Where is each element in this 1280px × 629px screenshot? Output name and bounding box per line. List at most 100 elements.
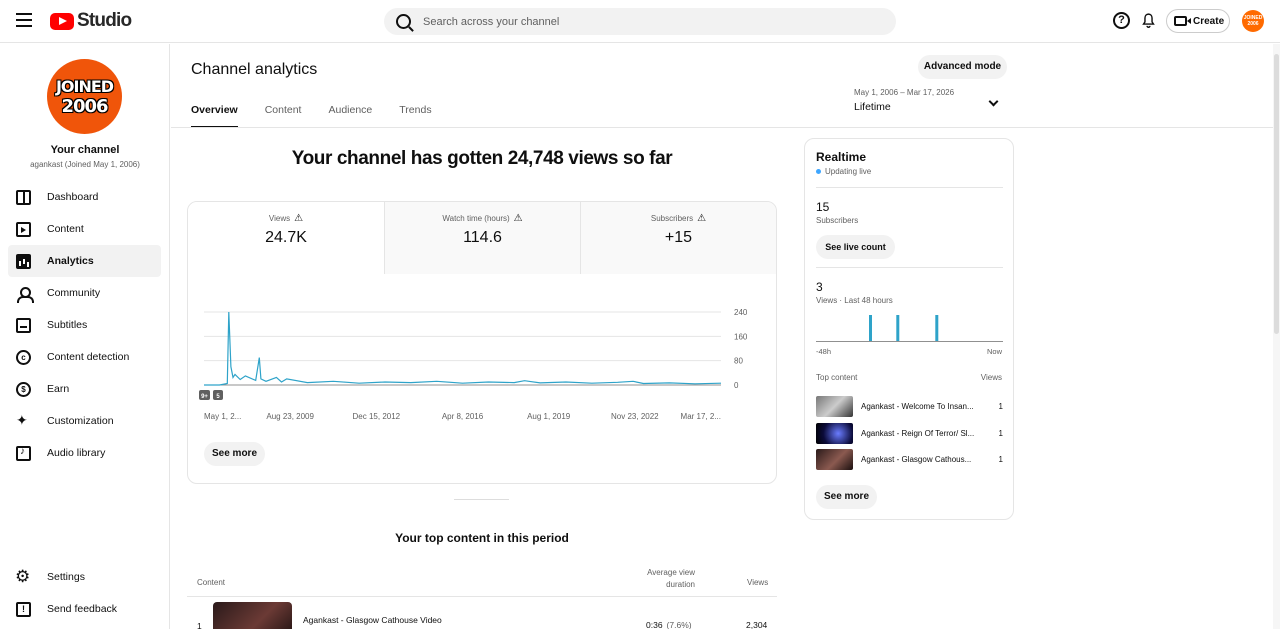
- video-thumbnail[interactable]: [816, 396, 853, 417]
- account-avatar[interactable]: JOINED 2006: [1242, 10, 1264, 32]
- chart-gridlines: [204, 311, 721, 386]
- sidebar-item-subtitles[interactable]: Subtitles: [8, 309, 161, 341]
- sidebar-item-earn[interactable]: $ Earn: [8, 373, 161, 405]
- date-range-picker[interactable]: May 1, 2006 – Mar 17, 2026 Lifetime: [854, 88, 1009, 118]
- item-views: 1: [998, 429, 1003, 438]
- list-item[interactable]: Agankast - Reign Of Terror/ Sl... 1: [816, 423, 1003, 445]
- realtime-bar: [869, 315, 872, 341]
- sidebar-item-label: Analytics: [47, 255, 94, 267]
- video-thumbnail[interactable]: [816, 449, 853, 470]
- metric-tabs: Views ⚠ 24.7K Watch time (hours) ⚠ 114.6 S…: [188, 202, 776, 274]
- sidebar-item-label: Settings: [47, 571, 85, 583]
- sidebar-item-content[interactable]: Content: [8, 213, 161, 245]
- metric-label: Views: [268, 214, 291, 223]
- top-content-table-header: Content Average view duration Views: [187, 567, 777, 597]
- chart-badges: 9+ 5: [199, 390, 223, 400]
- row-title[interactable]: Agankast - Glasgow Cathouse Video: [303, 615, 442, 625]
- realtime-views-label: Views · Last 48 hours: [816, 296, 893, 305]
- notifications-bell-icon[interactable]: [1140, 12, 1157, 29]
- item-title[interactable]: Agankast - Welcome To Insan...: [861, 402, 986, 411]
- row-avg-percent: (7.6%): [666, 620, 692, 629]
- realtime-bar-chart[interactable]: [816, 309, 1003, 343]
- live-dot-icon: [816, 169, 821, 174]
- chart-x-tick-label: Nov 23, 2022: [611, 412, 659, 421]
- row-rank: 1: [197, 621, 202, 629]
- create-button[interactable]: Create: [1166, 9, 1230, 33]
- sidebar-item-label: Content: [47, 223, 84, 235]
- chart-badge[interactable]: 9+: [201, 394, 208, 400]
- see-live-count-button[interactable]: See live count: [816, 235, 895, 259]
- warning-icon: ⚠: [697, 213, 707, 224]
- feedback-icon: !: [16, 601, 31, 617]
- advanced-mode-button[interactable]: Advanced mode: [918, 55, 1007, 79]
- channel-avatar[interactable]: JOINED 2006: [47, 59, 122, 134]
- see-more-button[interactable]: See more: [204, 442, 265, 466]
- subtitles-icon: [16, 317, 31, 333]
- sidebar-item-dashboard[interactable]: Dashboard: [8, 181, 161, 213]
- sidebar-item-label: Audio library: [47, 447, 106, 459]
- chart-y-tick-label: 0: [734, 381, 739, 390]
- realtime-bar: [896, 315, 900, 341]
- create-label: Create: [1193, 15, 1225, 27]
- tab-content[interactable]: Content: [265, 104, 302, 128]
- studio-logo[interactable]: Studio: [50, 10, 132, 32]
- channel-avatar-line1: JOINED: [55, 77, 114, 96]
- tab-overview[interactable]: Overview: [191, 104, 238, 128]
- item-title[interactable]: Agankast - Glasgow Cathous...: [861, 455, 986, 464]
- page-scrollbar[interactable]: [1273, 44, 1280, 629]
- tab-audience[interactable]: Audience: [328, 104, 372, 128]
- top-content-title: Your top content in this period: [395, 531, 569, 545]
- views-line-chart[interactable]: 240 160 80 0 May 1, 2... Aug 23, 2009 Dec 15,…: [188, 292, 777, 432]
- realtime-title: Realtime: [816, 150, 867, 164]
- realtime-status-text: Updating live: [825, 167, 872, 176]
- channel-title: Your channel: [50, 144, 120, 156]
- realtime-top-content-label: Top content: [816, 373, 858, 382]
- item-views: 1: [998, 402, 1003, 411]
- list-item[interactable]: Agankast - Glasgow Cathous... 1: [816, 449, 1003, 471]
- chart-x-tick-label: Mar 17, 2...: [681, 412, 721, 421]
- menu-icon[interactable]: [16, 13, 32, 27]
- realtime-see-more-button[interactable]: See more: [816, 485, 877, 509]
- metric-label: Subscribers: [650, 214, 694, 223]
- tab-trends[interactable]: Trends: [399, 104, 431, 128]
- video-thumbnail[interactable]: [816, 423, 853, 444]
- realtime-card: Realtime Updating live 15 Subscribers Se…: [804, 138, 1014, 520]
- gear-icon: [15, 567, 31, 587]
- table-row[interactable]: 1 Agankast - Glasgow Cathouse Video 0:36…: [187, 597, 777, 629]
- sidebar: JOINED 2006 Your channel agankast (Joine…: [0, 44, 170, 629]
- metric-value: +15: [664, 229, 693, 246]
- sidebar-item-customization[interactable]: Customization: [8, 405, 161, 437]
- search-icon[interactable]: [396, 14, 411, 29]
- search-bar[interactable]: [384, 8, 896, 35]
- sidebar-item-content-detection[interactable]: c Content detection: [8, 341, 161, 373]
- video-thumbnail[interactable]: [213, 602, 292, 629]
- search-input[interactable]: [423, 15, 823, 28]
- metric-value: 114.6: [463, 229, 502, 246]
- help-icon[interactable]: ?: [1113, 12, 1130, 29]
- sidebar-item-analytics[interactable]: Analytics: [8, 245, 161, 277]
- col-avg-line1: Average view: [647, 568, 695, 577]
- sidebar-item-settings[interactable]: Settings: [8, 561, 161, 593]
- metric-watch-time[interactable]: Watch time (hours) ⚠ 114.6: [384, 202, 580, 274]
- sidebar-item-label: Dashboard: [47, 191, 99, 203]
- list-item[interactable]: Agankast - Welcome To Insan... 1: [816, 396, 1003, 418]
- sidebar-item-label: Send feedback: [47, 603, 118, 615]
- realtime-divider: [816, 187, 1003, 188]
- metric-views[interactable]: Views ⚠ 24.7K: [188, 202, 384, 274]
- warning-icon: ⚠: [513, 213, 523, 224]
- dashboard-icon: [16, 189, 31, 205]
- community-icon: [16, 286, 34, 303]
- chart-y-tick-label: 240: [734, 308, 748, 317]
- chart-x-ticks: May 1, 2... Aug 23, 2009 Dec 15, 2012 Apr 8…: [204, 412, 721, 421]
- sidebar-item-label: Subtitles: [47, 319, 88, 331]
- metric-subscribers[interactable]: Subscribers ⚠ +15: [580, 202, 776, 274]
- scrollbar-thumb[interactable]: [1274, 54, 1279, 334]
- sidebar-item-label: Customization: [47, 415, 114, 427]
- sidebar-item-label: Content detection: [47, 351, 130, 363]
- sidebar-item-send-feedback[interactable]: ! Send feedback: [8, 593, 161, 625]
- channel-avatar-line2: 2006: [61, 96, 108, 117]
- analytics-icon: [16, 253, 31, 269]
- item-title[interactable]: Agankast - Reign Of Terror/ Sl...: [861, 429, 986, 438]
- sidebar-item-community[interactable]: Community: [8, 277, 161, 309]
- sidebar-item-audio-library[interactable]: Audio library: [8, 437, 161, 469]
